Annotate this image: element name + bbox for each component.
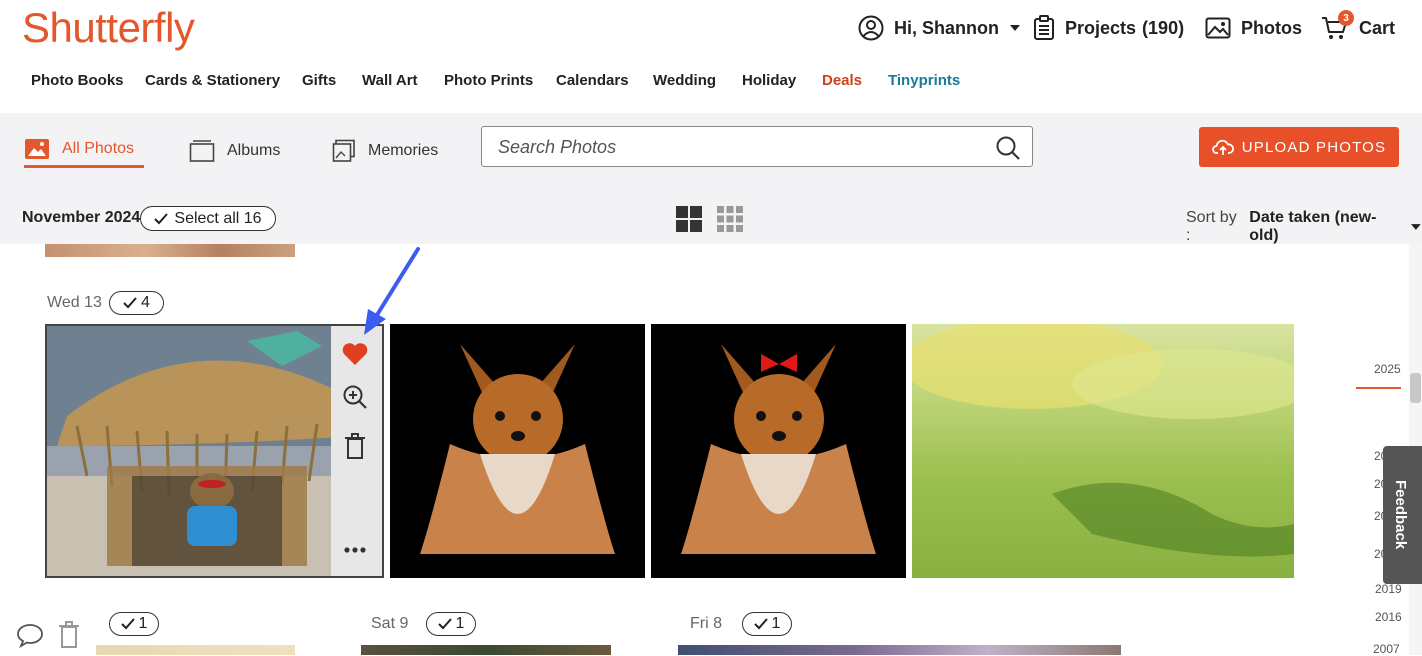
- timeline-year[interactable]: 2025: [1374, 362, 1401, 376]
- photo-thumbnail[interactable]: [361, 645, 611, 655]
- photos-link[interactable]: Photos: [1205, 12, 1302, 44]
- clipboard-icon: [1034, 15, 1054, 40]
- photo-thumbnail[interactable]: [651, 324, 906, 578]
- chat-icon[interactable]: [16, 622, 44, 648]
- nav-cards-stationery[interactable]: Cards & Stationery: [145, 72, 280, 89]
- nav-calendars[interactable]: Calendars: [556, 72, 629, 89]
- timeline-year[interactable]: 2019: [1375, 582, 1402, 596]
- cart-count-badge: 3: [1338, 10, 1354, 26]
- tab-albums-label: Albums: [227, 142, 281, 159]
- tab-all-photos-label: All Photos: [62, 139, 135, 157]
- upload-photos-label: UPLOAD PHOTOS: [1241, 138, 1387, 156]
- photo-icon: [25, 138, 49, 159]
- image-icon: [1205, 17, 1231, 39]
- cart-link[interactable]: Cart: [1321, 12, 1395, 44]
- user-icon: [858, 15, 884, 41]
- photos-label: Photos: [1241, 17, 1302, 38]
- nav-photo-prints[interactable]: Photo Prints: [444, 72, 533, 89]
- trash-icon[interactable]: [344, 433, 366, 459]
- yorkie-photo: [420, 344, 615, 554]
- nav-photo-books[interactable]: Photo Books: [31, 72, 124, 89]
- nav-wedding[interactable]: Wedding: [653, 72, 716, 89]
- select-day-button[interactable]: 1: [426, 612, 476, 636]
- check-icon: [123, 297, 137, 309]
- photo-thumbnail[interactable]: [678, 645, 1121, 655]
- photo-thumbnail[interactable]: [390, 324, 645, 578]
- day-label: Wed 13: [47, 294, 102, 311]
- albums-icon: [189, 140, 215, 162]
- day-count: 1: [455, 615, 465, 632]
- caret-down-icon: [1010, 25, 1020, 31]
- tab-memories[interactable]: Memories: [332, 134, 438, 168]
- timeline-year[interactable]: 2007: [1373, 642, 1400, 656]
- check-icon: [120, 618, 135, 630]
- sort-dropdown[interactable]: Sort by : Date taken (new-old): [1186, 209, 1422, 245]
- day-count: 1: [138, 615, 148, 632]
- nav-wall-art[interactable]: Wall Art: [362, 72, 418, 89]
- scrollbar-thumb[interactable]: [1410, 373, 1421, 403]
- photo-thumbnail-hovered[interactable]: [45, 324, 384, 578]
- nav-tinyprints[interactable]: Tinyprints: [888, 72, 960, 89]
- check-icon: [437, 618, 452, 630]
- yorkie-bow-photo: [681, 344, 876, 554]
- projects-count: (190): [1142, 17, 1185, 38]
- select-all-label: Select all 16: [174, 209, 262, 227]
- day-label: Fri 8: [690, 615, 722, 632]
- photo-thumbnail[interactable]: [45, 244, 295, 257]
- small-grid-view-icon[interactable]: [717, 206, 743, 232]
- search-box: [481, 126, 1033, 167]
- search-icon[interactable]: [995, 135, 1021, 161]
- tab-albums[interactable]: Albums: [189, 134, 280, 168]
- day-count: 1: [771, 615, 781, 632]
- select-all-button[interactable]: Select all 16: [140, 206, 276, 231]
- projects-label: Projects: [1065, 17, 1137, 38]
- cloud-upload-icon: [1211, 139, 1234, 155]
- sort-label: Sort by :: [1186, 209, 1237, 244]
- zoom-in-icon[interactable]: [342, 384, 368, 410]
- photo-thumbnail[interactable]: [912, 324, 1294, 578]
- large-grid-view-icon[interactable]: [676, 206, 702, 232]
- day-label: Sat 9: [371, 615, 409, 632]
- select-day-button[interactable]: 4: [109, 291, 164, 315]
- greeting-label: Hi, Shannon: [894, 17, 999, 38]
- check-icon: [753, 618, 768, 630]
- cart-label: Cart: [1359, 17, 1396, 38]
- projects-link[interactable]: Projects (190): [1033, 12, 1184, 44]
- photo-thumbnail[interactable]: [96, 645, 295, 655]
- upload-photos-button[interactable]: UPLOAD PHOTOS: [1199, 127, 1399, 167]
- shutterfly-logo[interactable]: Shutterfly: [22, 4, 195, 52]
- caret-down-icon: [1411, 224, 1422, 230]
- select-day-button[interactable]: 1: [109, 612, 159, 636]
- select-day-button[interactable]: 1: [742, 612, 792, 636]
- feedback-tab[interactable]: Feedback: [1383, 446, 1422, 584]
- nav-deals[interactable]: Deals: [822, 72, 862, 89]
- nav-gifts[interactable]: Gifts: [302, 72, 336, 89]
- month-heading: November 2024: [22, 209, 141, 226]
- trash-icon[interactable]: [58, 620, 80, 648]
- timeline-year[interactable]: 2016: [1375, 610, 1402, 624]
- timeline-current-marker: [1356, 387, 1401, 389]
- tab-memories-label: Memories: [368, 142, 439, 159]
- annotation-arrow-icon: [364, 247, 420, 335]
- day-count: 4: [141, 294, 150, 311]
- check-icon: [154, 212, 169, 224]
- memories-icon: [332, 139, 355, 162]
- tab-all-photos[interactable]: All Photos: [24, 132, 145, 168]
- grass-field-photo: [912, 324, 1294, 557]
- sort-value: Date taken (new-old): [1249, 209, 1377, 244]
- nav-holiday[interactable]: Holiday: [742, 72, 796, 89]
- heart-icon[interactable]: [341, 342, 369, 366]
- feedback-label: Feedback: [1392, 480, 1409, 550]
- more-options-icon[interactable]: [343, 546, 367, 554]
- account-menu[interactable]: Hi, Shannon: [858, 12, 1031, 44]
- search-input[interactable]: [498, 135, 978, 159]
